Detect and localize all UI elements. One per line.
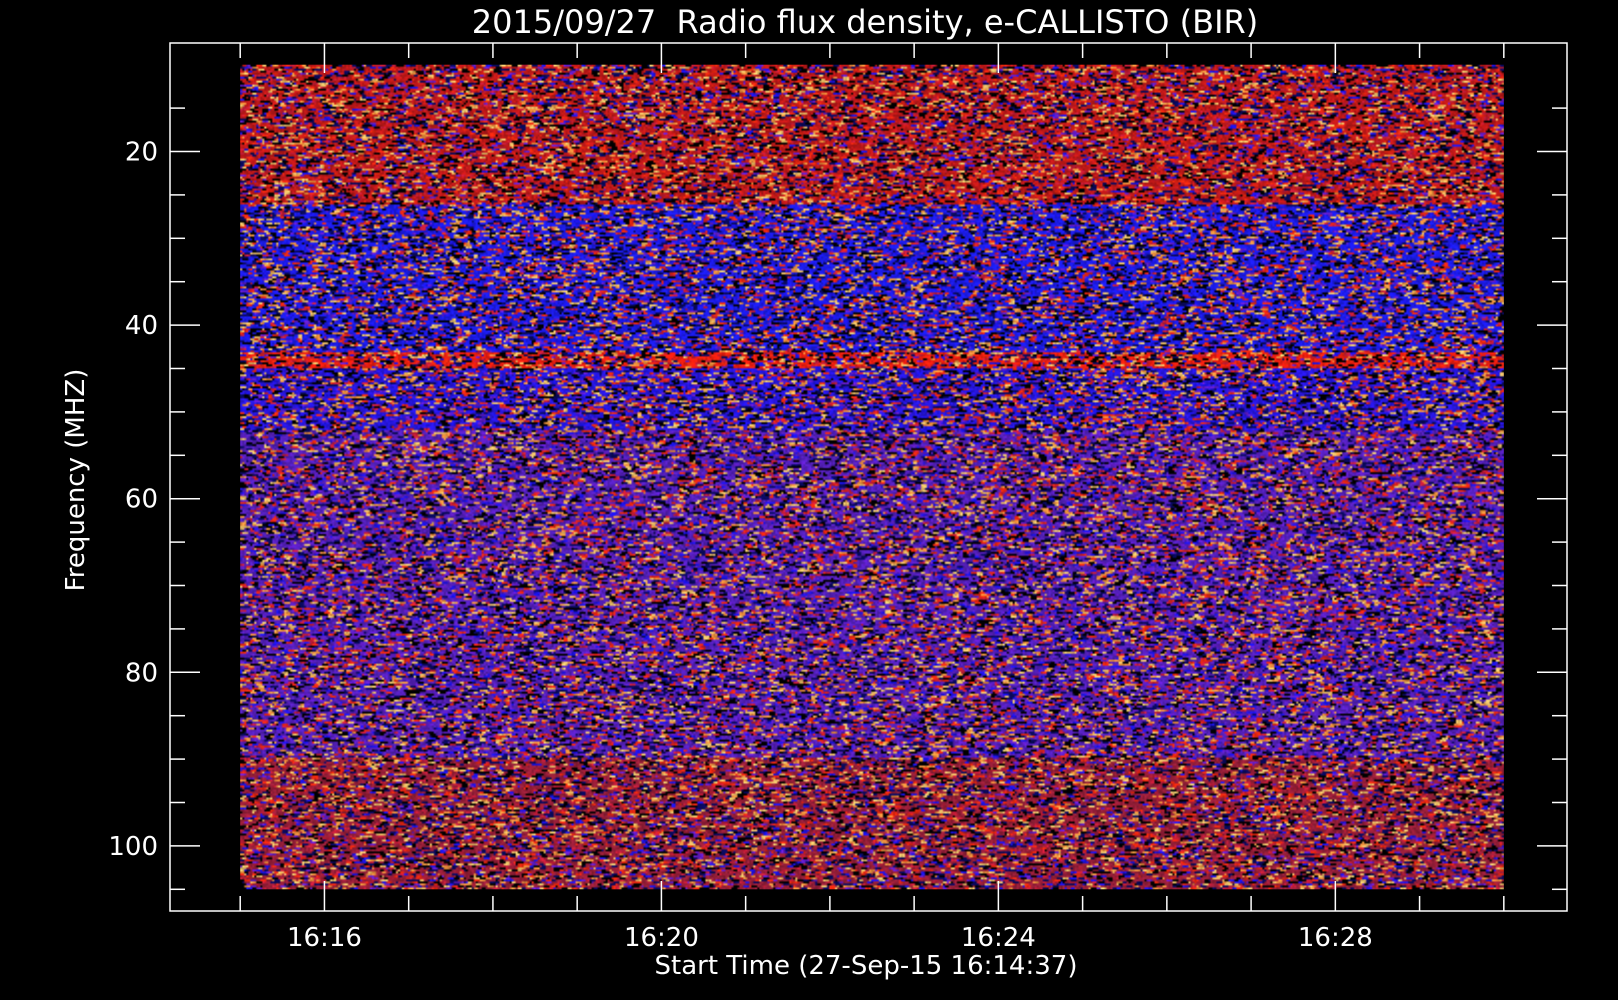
chart-title: 2015/09/27 Radio flux density, e-CALLIST… — [472, 3, 1258, 41]
x-tick-label: 16:28 — [1298, 923, 1373, 953]
x-tick-label: 16:20 — [624, 923, 699, 953]
y-tick-label: 100 — [108, 832, 158, 862]
spectrogram-figure: 2015/09/27 Radio flux density, e-CALLIST… — [0, 0, 1618, 1000]
x-axis-label: Start Time (27-Sep-15 16:14:37) — [655, 951, 1078, 981]
y-axis-label: Frequency (MHZ) — [61, 369, 91, 592]
y-tick-label: 60 — [125, 485, 158, 515]
x-tick-label: 16:16 — [287, 923, 362, 953]
y-tick-label: 80 — [125, 658, 158, 688]
spectrogram-heatmap — [240, 64, 1504, 890]
x-tick-label: 16:24 — [961, 923, 1036, 953]
y-tick-label: 20 — [125, 138, 158, 168]
y-tick-label: 40 — [125, 311, 158, 341]
